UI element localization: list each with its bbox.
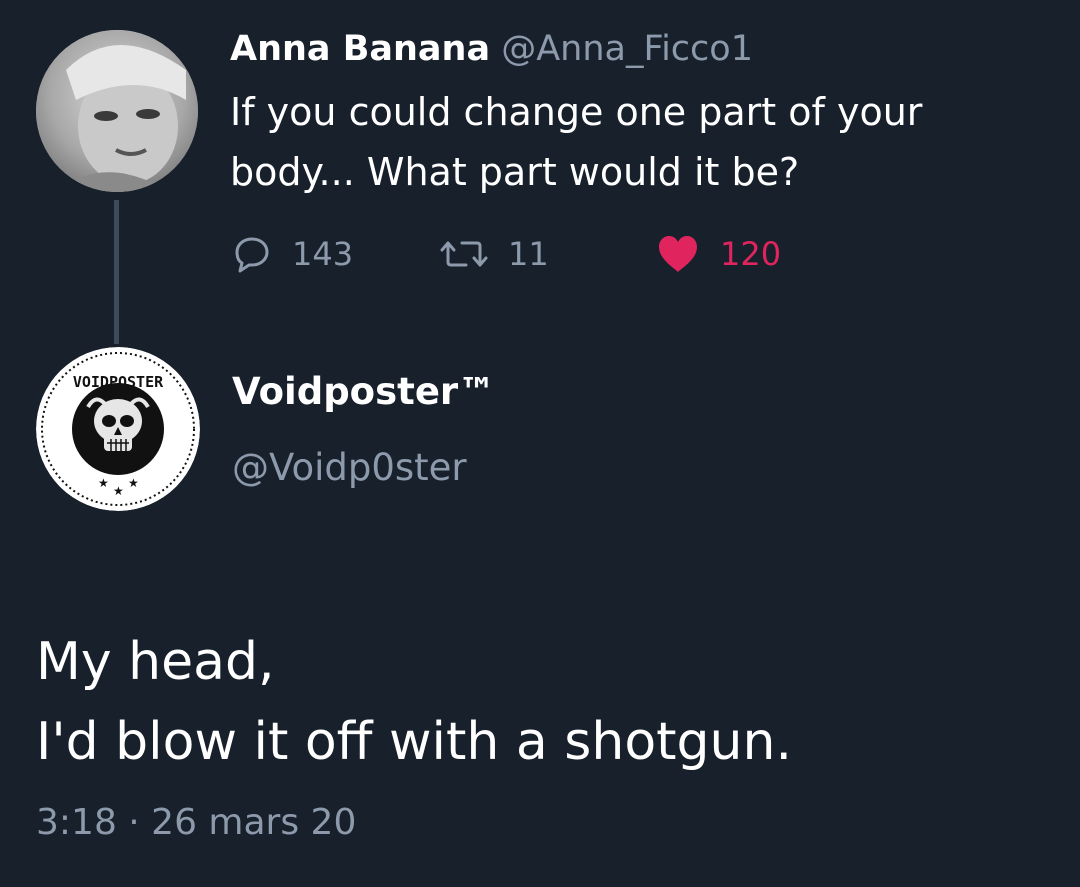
svg-text:★: ★ [128,476,139,490]
svg-text:★: ★ [98,476,109,490]
author-handle[interactable]: @Voidp0ster [232,446,467,489]
quoted-tweet-text: If you could change one part of your bod… [230,90,923,194]
logo-text: VOIDPOSTER [73,373,164,391]
author-name[interactable]: Voidposter™ [232,370,495,413]
quoted-tweet-header: Anna Banana @Anna_Ficco1 [230,26,753,72]
heart-icon [659,236,697,272]
avatar-anna-banana[interactable] [36,30,198,192]
reply-button[interactable]: 143 [232,224,353,284]
retweet-button[interactable]: 11 [440,224,549,284]
like-count: 120 [720,235,782,273]
avatar-voidposter[interactable]: VOIDPOSTER ★ ★ ★ [36,347,200,511]
tweet-text-line: I'd blow it off with a shotgun. [36,712,792,772]
thread-connector-line [114,200,119,344]
retweet-icon [440,241,488,267]
like-button[interactable]: 120 [656,224,781,284]
tweet-timestamp[interactable]: 3:18 · 26 mars 20 [36,802,356,843]
tweet-thread-view: Anna Banana @Anna_Ficco1 If you could ch… [0,0,1080,887]
author-name[interactable]: Anna Banana [230,29,490,69]
reply-bubble-icon [235,237,269,273]
tweet-actions-bar: 143 11 120 [232,224,932,284]
svg-text:★: ★ [113,484,124,498]
retweet-count: 11 [508,235,549,273]
author-handle[interactable]: @Anna_Ficco1 [501,29,753,69]
tweet-text: My head, I'd blow it off with a shotgun. [36,622,792,782]
tweet-text-line: My head, [36,632,275,692]
voidposter-logo-icon: VOIDPOSTER ★ ★ ★ [36,347,200,511]
reply-count: 143 [292,235,354,273]
avatar-photo [36,30,198,192]
